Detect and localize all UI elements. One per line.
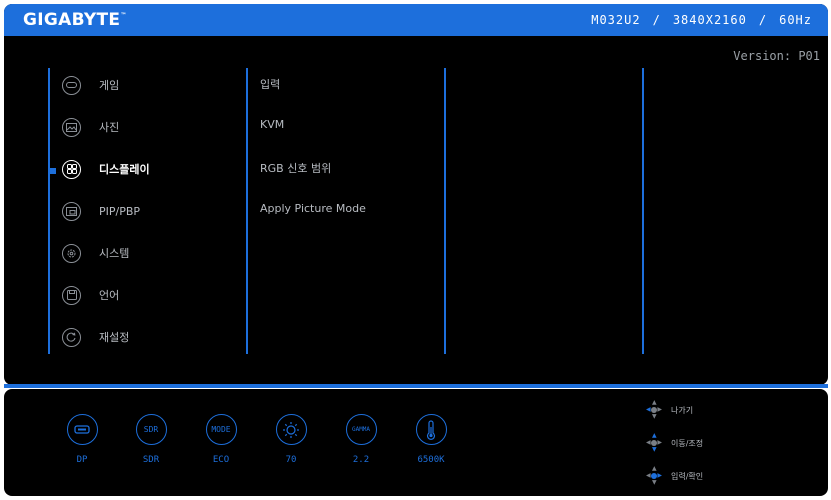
gear-icon bbox=[62, 243, 81, 263]
status-brightness: 70 bbox=[261, 414, 321, 465]
refresh-rate: 60Hz bbox=[779, 13, 812, 27]
status-label: 70 bbox=[285, 455, 297, 465]
status-gamma: GAMMA 2.2 bbox=[331, 414, 391, 465]
osd-window: GIGABYTE™ M032U2 / 3840X2160 / 60Hz Version:… bbox=[0, 0, 831, 500]
submenu-item-input[interactable]: 입력 bbox=[260, 76, 280, 92]
pip-icon bbox=[62, 201, 81, 221]
menu-item-label: 디스플레이 bbox=[99, 163, 150, 176]
active-menu-marker bbox=[50, 168, 56, 174]
brand-name: GIGABYTE bbox=[23, 10, 121, 30]
brand-logo: GIGABYTE™ bbox=[23, 10, 127, 30]
status-input-source: DP bbox=[52, 414, 112, 465]
column-divider-2 bbox=[246, 68, 248, 354]
menu-item-picture[interactable]: 사진 bbox=[62, 114, 119, 140]
separator: / bbox=[758, 13, 768, 27]
display-grid-icon bbox=[62, 159, 81, 179]
gamepad-icon bbox=[62, 75, 81, 95]
firmware-version: Version: P01 bbox=[733, 49, 820, 63]
status-label: SDR bbox=[142, 455, 160, 465]
nav-hint-label: 이동/조정 bbox=[671, 438, 704, 448]
joystick-updown-icon: ◀ ▲ ▶ ▼ bbox=[646, 432, 662, 453]
model-info: M032U2 / 3840X2160 / 60Hz bbox=[591, 13, 812, 27]
status-color-temperature: 6500K bbox=[401, 414, 461, 465]
menu-item-language[interactable]: 언어 bbox=[62, 282, 119, 308]
nav-hint-enter-confirm: ◀ ▲ ▶ ▼ 입력/확인 bbox=[646, 465, 704, 486]
nav-hint-label: 나가기 bbox=[671, 405, 694, 415]
save-icon bbox=[62, 285, 81, 305]
joystick-press-icon: ◀ ▲ ▶ ▼ bbox=[646, 465, 662, 486]
menu-item-label: 시스템 bbox=[99, 247, 130, 260]
status-label: DP bbox=[76, 455, 88, 465]
separator: / bbox=[652, 13, 661, 27]
joystick-left-icon: ◀ ▲ ▶ ▼ bbox=[646, 399, 662, 420]
menu-item-label: 재설정 bbox=[99, 331, 130, 344]
menu-item-reset[interactable]: 재설정 bbox=[62, 324, 129, 350]
sdr-icon: SDR bbox=[135, 414, 167, 445]
menu-item-game[interactable]: 게임 bbox=[62, 72, 119, 98]
gamma-icon: GAMMA bbox=[345, 414, 377, 445]
menu-item-label: 사진 bbox=[99, 121, 120, 134]
picture-icon bbox=[62, 117, 81, 137]
nav-hint-move-adjust: ◀ ▲ ▶ ▼ 이동/조정 bbox=[646, 432, 704, 453]
submenu-item-rgb-range[interactable]: RGB 신호 범위 bbox=[260, 160, 331, 176]
reset-icon bbox=[62, 327, 81, 347]
menu-item-label: PIP/PBP bbox=[99, 204, 141, 218]
menu-item-pip-pbp[interactable]: PIP/PBP bbox=[62, 198, 140, 224]
submenu-item-apply-picture-mode[interactable]: Apply Picture Mode bbox=[260, 202, 366, 215]
model-name: M032U2 bbox=[591, 13, 641, 27]
menu-item-system[interactable]: 시스템 bbox=[62, 240, 129, 266]
nav-hint-label: 입력/확인 bbox=[671, 471, 704, 481]
menu-item-display[interactable]: 디스플레이 bbox=[62, 156, 150, 182]
brightness-icon bbox=[275, 414, 307, 445]
trademark-symbol: ™ bbox=[120, 12, 127, 19]
panel-divider bbox=[4, 384, 828, 388]
resolution: 3840X2160 bbox=[672, 13, 747, 27]
status-label: ECO bbox=[212, 455, 230, 465]
hdmi-port-icon bbox=[66, 414, 98, 445]
column-divider-1 bbox=[48, 68, 50, 354]
status-picture-mode: MODE ECO bbox=[191, 414, 251, 465]
submenu-item-kvm[interactable]: KVM bbox=[260, 118, 284, 131]
mode-icon: MODE bbox=[205, 414, 237, 445]
column-divider-4 bbox=[642, 68, 644, 354]
thermometer-icon bbox=[415, 414, 447, 445]
nav-hint-exit: ◀ ▲ ▶ ▼ 나가기 bbox=[646, 399, 694, 420]
status-dynamic-range: SDR SDR bbox=[121, 414, 181, 465]
main-menu-panel: GIGABYTE™ M032U2 / 3840X2160 / 60Hz Version:… bbox=[4, 4, 828, 385]
status-label: 6500K bbox=[417, 455, 445, 465]
menu-item-label: 게임 bbox=[99, 79, 120, 92]
menu-item-label: 언어 bbox=[99, 289, 120, 302]
header-bar: GIGABYTE™ M032U2 / 3840X2160 / 60Hz bbox=[4, 4, 828, 36]
status-label: 2.2 bbox=[352, 455, 370, 465]
column-divider-3 bbox=[444, 68, 446, 354]
